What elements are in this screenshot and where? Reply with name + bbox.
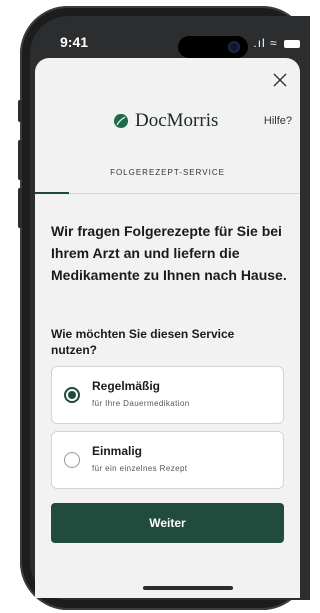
signal-wifi-icon: .ıl ≈ bbox=[253, 36, 278, 50]
status-icons: .ıl ≈ bbox=[253, 36, 300, 50]
page-headline: Wir fragen Folgerezepte für Sie bei Ihre… bbox=[51, 223, 287, 283]
option-subtitle: für ein einzelnes Rezept bbox=[92, 464, 188, 473]
mute-switch bbox=[18, 100, 22, 122]
camera-icon bbox=[228, 41, 240, 53]
tab-indicator bbox=[35, 192, 69, 194]
help-link[interactable]: Hilfe? bbox=[264, 115, 292, 127]
option-einmalig[interactable]: Einmalig für ein einzelnes Rezept bbox=[51, 431, 284, 489]
service-question: Wie möchten Sie diesen Service nutzen? bbox=[51, 327, 235, 357]
close-icon[interactable] bbox=[272, 72, 288, 88]
radio-selected-icon[interactable] bbox=[64, 387, 80, 403]
brand-logo: DocMorris bbox=[113, 110, 218, 132]
status-time: 9:41 bbox=[60, 34, 89, 50]
option-subtitle: für Ihre Dauermedikation bbox=[92, 399, 190, 408]
volume-up-button bbox=[18, 140, 22, 180]
option-title: Einmalig bbox=[92, 444, 143, 458]
option-regelmaessig[interactable]: Regelmäßig für Ihre Dauermedikation bbox=[51, 366, 284, 424]
tab-folgerezept-service[interactable]: FOLGEREZEPT-SERVICE bbox=[35, 168, 300, 177]
dynamic-island bbox=[178, 36, 248, 58]
volume-down-button bbox=[18, 188, 22, 228]
home-indicator[interactable] bbox=[143, 586, 233, 590]
battery-icon bbox=[284, 39, 300, 48]
modal-sheet: DocMorris Hilfe? FOLGEREZEPT-SERVICE Wir… bbox=[35, 58, 300, 598]
tab-bar: FOLGEREZEPT-SERVICE bbox=[35, 148, 300, 194]
leaf-logo-icon bbox=[114, 114, 128, 128]
option-title: Regelmäßig bbox=[92, 379, 161, 393]
weiter-button[interactable]: Weiter bbox=[51, 503, 284, 543]
radio-unselected-icon[interactable] bbox=[64, 452, 80, 468]
brand-name: DocMorris bbox=[135, 110, 219, 131]
